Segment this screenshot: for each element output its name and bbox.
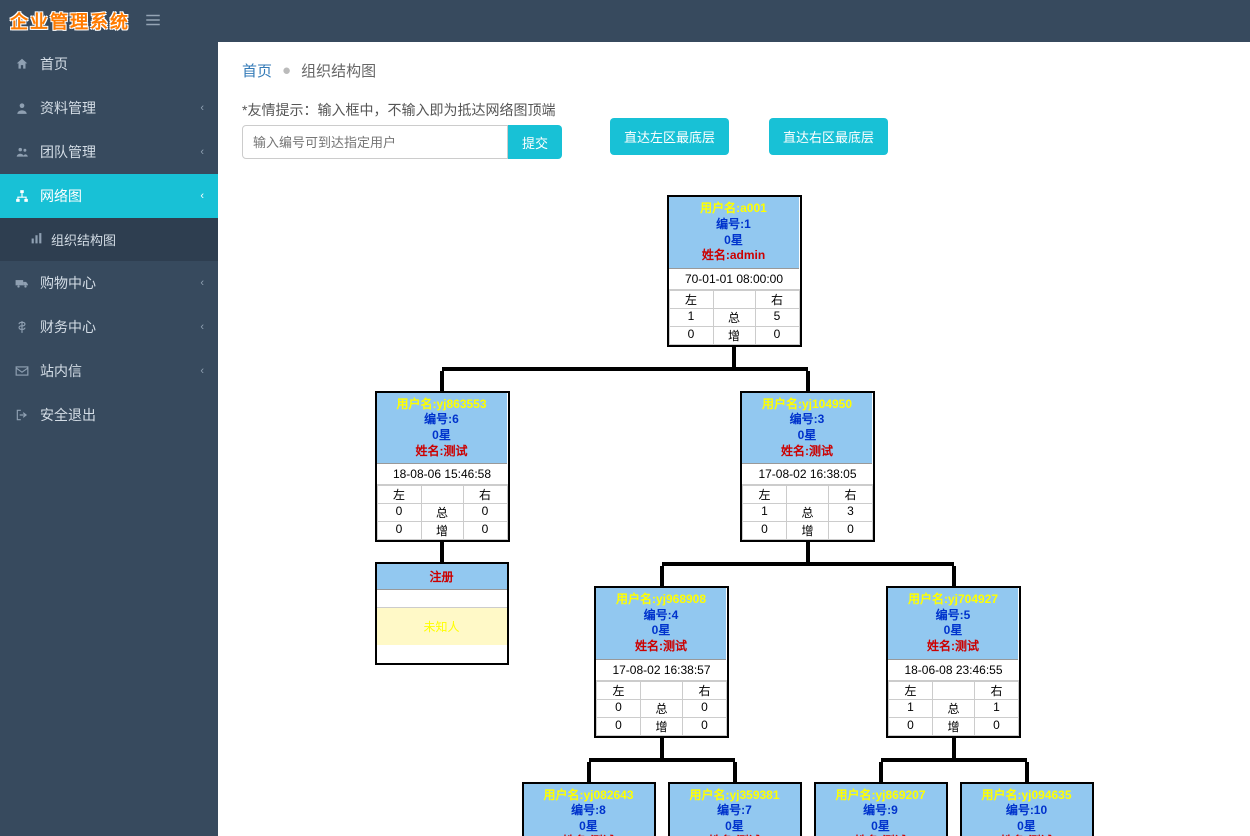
main-content: 首页 ● 组织结构图 友情提示：输入框中，不输入即为抵达网络图顶端 提交 直达左… (218, 42, 1250, 836)
breadcrumb: 首页 ● 组织结构图 (218, 42, 1250, 99)
breadcrumb-home[interactable]: 首页 (242, 60, 272, 81)
user-icon (14, 100, 30, 116)
register-node[interactable]: 注册未知人 (375, 562, 509, 665)
chevron-left-icon: ‹ (200, 365, 204, 377)
tree-node[interactable]: 用户名:yj359381编号:70星姓名:测试 (668, 782, 802, 836)
submit-button[interactable]: 提交 (508, 125, 562, 159)
truck-icon (14, 275, 30, 291)
hint-text: 友情提示：输入框中，不输入即为抵达网络图顶端 (242, 99, 562, 121)
chevron-left-icon: ‹ (200, 277, 204, 289)
nav-profile[interactable]: 资料管理‹ (0, 86, 218, 130)
tree-node[interactable]: 用户名:yj863553编号:60星姓名:测试18-08-06 15:46:58… (375, 391, 510, 542)
mail-icon (14, 363, 30, 379)
sidebar: 首页 资料管理‹ 团队管理‹ 网络图‹ 组织结构图 购物中心‹ 财务中心‹ 站 (0, 42, 218, 836)
nav-logout[interactable]: 安全退出 (0, 393, 218, 437)
dollar-icon (14, 319, 30, 335)
nav-org-chart[interactable]: 组织结构图 (0, 218, 218, 261)
tree-node[interactable]: 用户名:a001编号:10星姓名:admin70-01-01 08:00:00左… (667, 195, 802, 346)
jump-left-button[interactable]: 直达左区最底层 (610, 118, 729, 155)
nav-team[interactable]: 团队管理‹ (0, 130, 218, 174)
nav-home[interactable]: 首页 (0, 42, 218, 86)
nav-network[interactable]: 网络图‹ (0, 174, 218, 218)
chevron-left-icon: ‹ (200, 102, 204, 114)
users-icon (14, 144, 30, 160)
breadcrumb-current: 组织结构图 (301, 60, 376, 81)
org-tree: 用户名:a001编号:10星姓名:admin70-01-01 08:00:00左… (218, 175, 1250, 836)
user-search-input[interactable] (242, 125, 508, 159)
home-icon (14, 56, 30, 72)
chevron-left-icon: ‹ (200, 190, 204, 202)
tree-node[interactable]: 用户名:yj094635编号:100星姓名:测试 (960, 782, 1094, 836)
nav-shop[interactable]: 购物中心‹ (0, 261, 218, 305)
tree-node[interactable]: 用户名:yj968908编号:40星姓名:测试17-08-02 16:38:57… (594, 586, 729, 737)
menu-toggle-icon[interactable] (144, 11, 162, 32)
chevron-left-icon: ‹ (200, 321, 204, 333)
jump-right-button[interactable]: 直达右区最底层 (769, 118, 888, 155)
bar-chart-icon (30, 232, 43, 248)
chevron-left-icon: ‹ (200, 146, 204, 158)
tree-node[interactable]: 用户名:yj869207编号:90星姓名:测试 (814, 782, 948, 836)
nav-mail[interactable]: 站内信‹ (0, 349, 218, 393)
app-logo: 企业管理系统 (10, 8, 130, 34)
sitemap-icon (14, 188, 30, 204)
tree-node[interactable]: 用户名:yj704927编号:50星姓名:测试18-06-08 23:46:55… (886, 586, 1021, 737)
nav-finance[interactable]: 财务中心‹ (0, 305, 218, 349)
logout-icon (14, 407, 30, 423)
tree-node[interactable]: 用户名:yj104950编号:30星姓名:测试17-08-02 16:38:05… (740, 391, 875, 542)
app-header: 企业管理系统 (0, 0, 1250, 42)
tree-node[interactable]: 用户名:yj082643编号:80星姓名:测试 (522, 782, 656, 836)
